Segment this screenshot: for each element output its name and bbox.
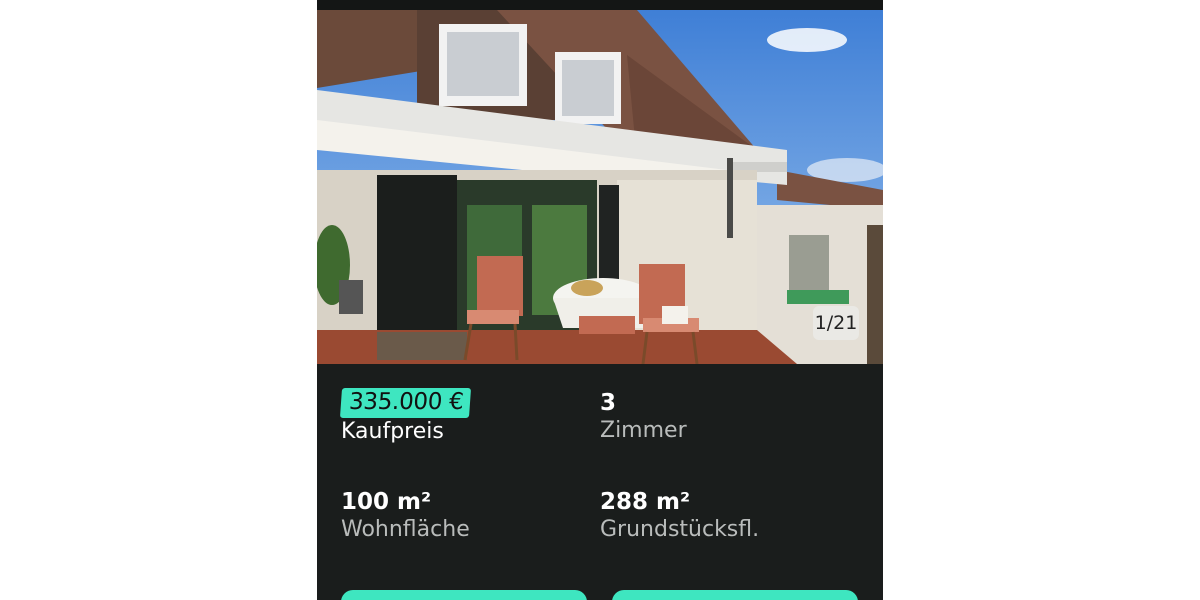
plot-area-value: 288 m² <box>600 489 691 515</box>
living-area-value: 100 m² <box>341 489 432 515</box>
living-area-label: Wohnfläche <box>341 517 470 542</box>
rooms-block: 3 Zimmer <box>600 390 687 443</box>
status-bar <box>317 0 883 10</box>
listing-screen: 1/21 335.000 € Kaufpreis 3 Zimmer 100 m²… <box>317 0 883 600</box>
price-value: 335.000 € <box>339 388 472 418</box>
house-terrace-photo <box>317 10 883 364</box>
living-area-block: 100 m² Wohnfläche <box>341 489 470 542</box>
photo-counter: 1/21 <box>813 306 859 340</box>
plot-area-block: 288 m² Grundstücksfl. <box>600 489 759 542</box>
plot-area-label: Grundstücksfl. <box>600 517 760 542</box>
primary-action-button[interactable] <box>341 590 587 600</box>
price-block: 335.000 € Kaufpreis <box>339 388 472 444</box>
rooms-label: Zimmer <box>600 418 687 443</box>
secondary-action-button[interactable] <box>612 590 858 600</box>
price-label: Kaufpreis <box>341 419 444 444</box>
rooms-value: 3 <box>600 390 617 416</box>
listing-photo[interactable]: 1/21 <box>317 10 883 364</box>
